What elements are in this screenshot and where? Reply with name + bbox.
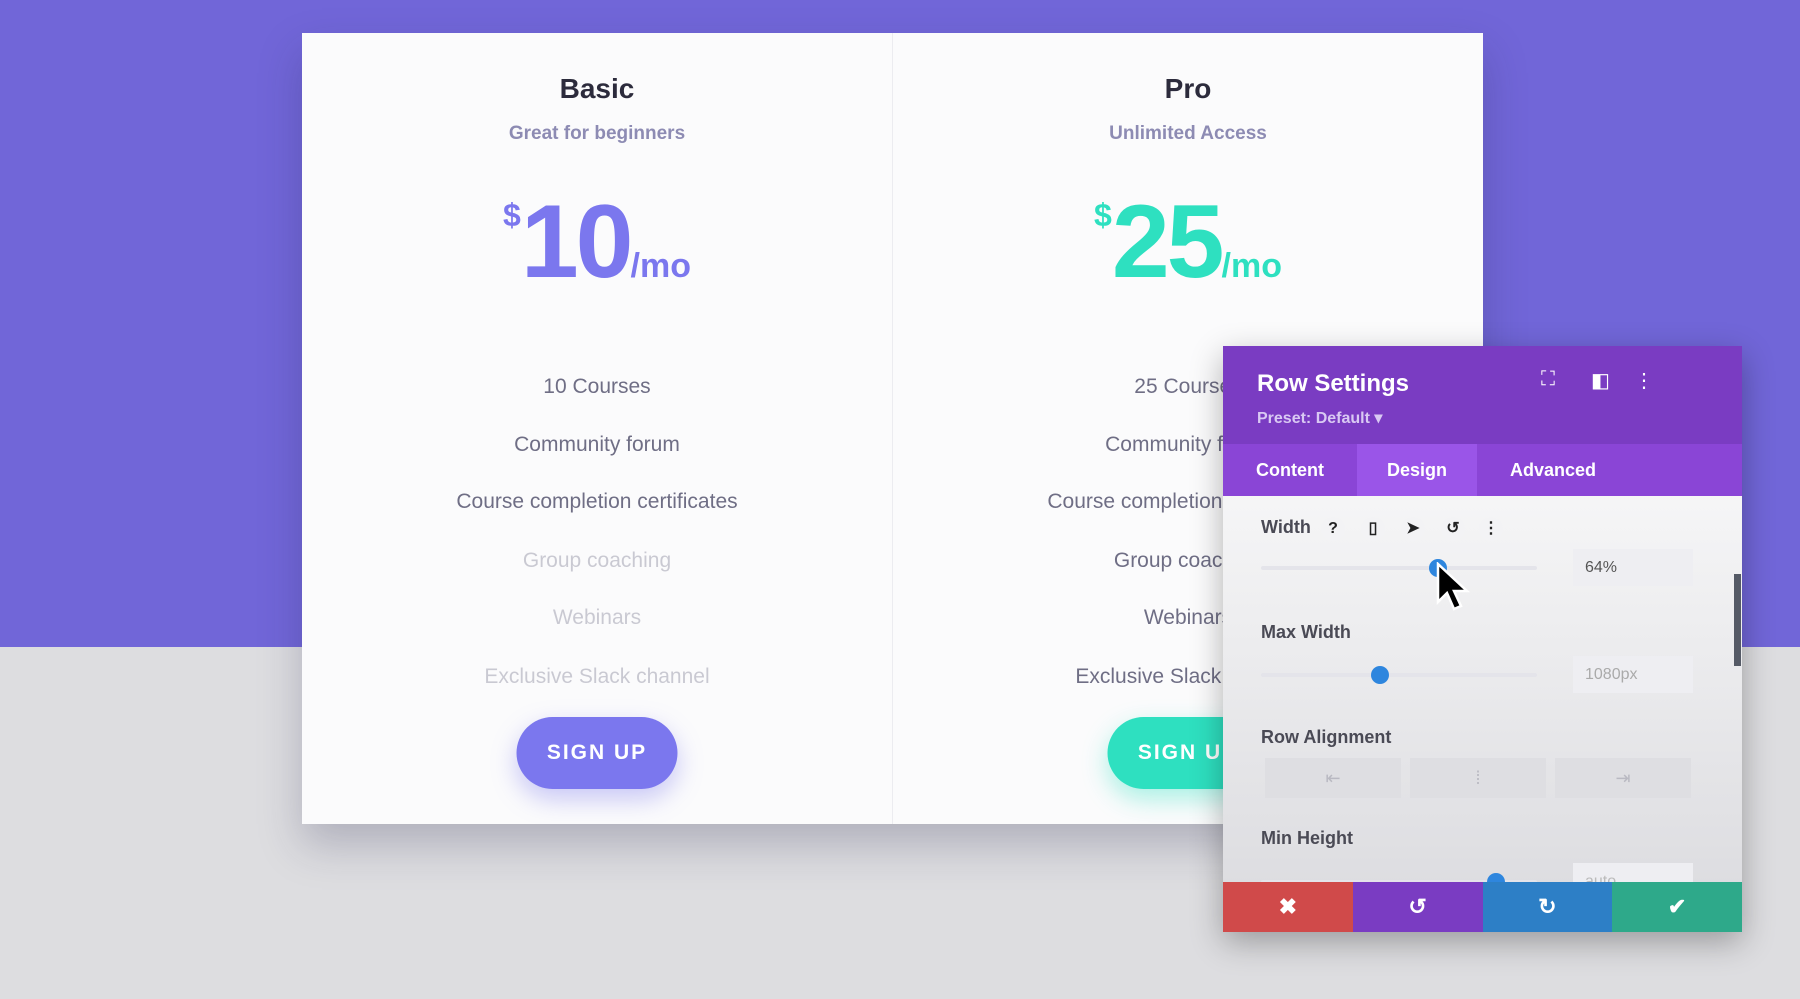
panel-header[interactable]: Row Settings Preset: Default ▾ ⛶ ◧ ⋮	[1223, 346, 1742, 444]
more-options-icon[interactable]: ⋮	[1634, 368, 1654, 393]
help-icon[interactable]: ?	[1321, 517, 1345, 541]
save-button[interactable]: ✔	[1612, 882, 1742, 932]
preset-dropdown[interactable]: Preset: Default ▾	[1257, 408, 1708, 428]
split-view-icon[interactable]: ◧	[1591, 368, 1610, 393]
max-width-label: Max Width	[1261, 622, 1351, 642]
price-amount: 10	[520, 184, 634, 300]
feature-item: Community forum	[514, 433, 680, 456]
price-amount: 25	[1111, 184, 1225, 300]
panel-tabs: Content Design Advanced	[1223, 444, 1742, 496]
align-left-button[interactable]: ⇤	[1265, 758, 1401, 798]
row-alignment-label: Row Alignment	[1261, 727, 1392, 747]
pricing-column-basic: Basic Great for beginners $10/mo 10 Cours…	[302, 33, 892, 824]
feature-item: Course completion certificates	[456, 490, 738, 513]
price-period: /mo	[630, 247, 691, 285]
reset-icon[interactable]: ↺	[1441, 517, 1465, 541]
panel-scrollbar[interactable]	[1734, 574, 1741, 666]
cancel-button[interactable]: ✖	[1223, 882, 1353, 932]
hover-pointer-icon[interactable]: ➤	[1401, 517, 1425, 541]
align-center-button[interactable]: ⁞	[1410, 758, 1546, 798]
plan-price: $10/mo	[302, 183, 892, 302]
responsive-tablet-icon[interactable]: ▯	[1361, 517, 1385, 541]
price-currency: $	[1094, 197, 1112, 233]
redo-button[interactable]: ↻	[1482, 882, 1613, 932]
sign-up-button[interactable]: SIGN UP	[516, 717, 678, 789]
tab-advanced[interactable]: Advanced	[1477, 444, 1629, 496]
price-currency: $	[503, 197, 521, 233]
max-width-slider-thumb[interactable]	[1370, 666, 1389, 684]
fullscreen-icon[interactable]: ⛶	[1541, 368, 1555, 391]
plan-subtitle: Unlimited Access	[1109, 123, 1267, 144]
plan-subtitle: Great for beginners	[508, 123, 686, 144]
plan-price: $25/mo	[893, 183, 1483, 302]
more-icon[interactable]: ⋮	[1479, 517, 1503, 541]
width-slider[interactable]	[1261, 559, 1537, 577]
row-settings-panel: Row Settings Preset: Default ▾ ⛶ ◧ ⋮ Con…	[1223, 346, 1742, 932]
feature-item: Group coaching	[522, 549, 672, 572]
plan-title: Pro	[1164, 73, 1212, 104]
tab-content[interactable]: Content	[1223, 444, 1357, 496]
feature-item: Exclusive Slack channel	[484, 665, 710, 688]
price-period: /mo	[1221, 247, 1282, 285]
width-input[interactable]: 64%	[1573, 549, 1693, 586]
undo-button[interactable]: ↺	[1352, 882, 1483, 932]
plan-title: Basic	[559, 73, 635, 104]
panel-footer: ✖ ↺ ↻ ✔	[1223, 882, 1742, 932]
align-right-button[interactable]: ⇥	[1555, 758, 1691, 798]
tab-design[interactable]: Design	[1356, 444, 1477, 496]
feature-item: Webinars	[552, 606, 642, 629]
min-height-label: Min Height	[1261, 828, 1353, 848]
mouse-cursor-icon	[1436, 562, 1471, 611]
feature-item: 10 Courses	[543, 375, 651, 398]
width-label: Width	[1261, 517, 1311, 537]
max-width-slider[interactable]	[1261, 666, 1537, 684]
max-width-input[interactable]: 1080px	[1573, 656, 1693, 693]
